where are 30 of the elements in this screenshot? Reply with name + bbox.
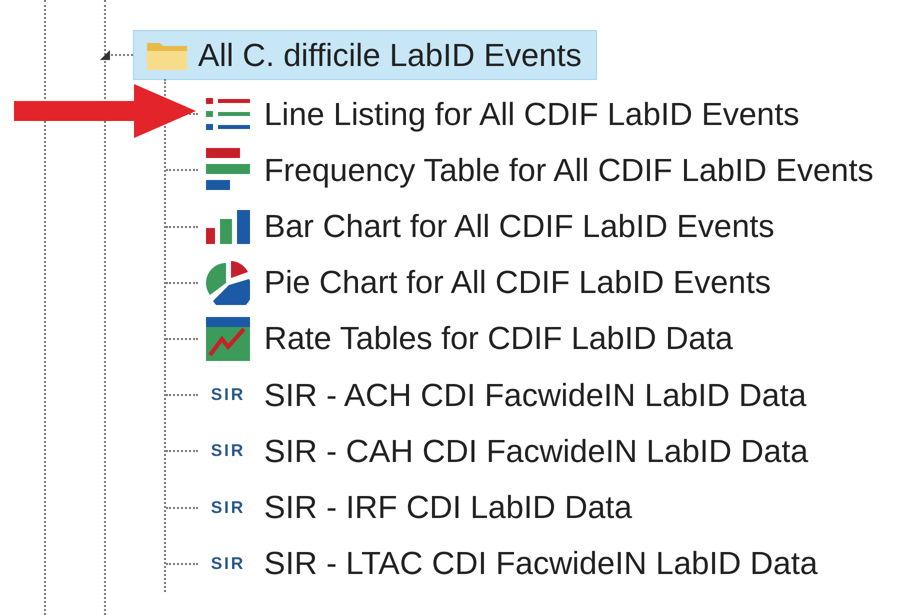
- table-trend-icon: [206, 316, 250, 361]
- tree-item-label: Pie Chart for All CDIF LabID Events: [264, 264, 771, 302]
- tree-item-label: SIR - LTAC CDI FacwideIN LabID Data: [264, 545, 818, 582]
- tree-item[interactable]: Bar Chart for All CDIF LabID Events: [198, 206, 780, 248]
- tree-item[interactable]: Frequency Table for All CDIF LabID Events: [198, 146, 880, 194]
- tree-item[interactable]: SIR SIR - IRF CDI LabID Data: [198, 487, 638, 528]
- tree-item-label: Frequency Table for All CDIF LabID Events: [264, 152, 874, 189]
- tree-item[interactable]: All C. difficile LabID Events: [133, 30, 597, 80]
- sir-label: SIR: [210, 441, 246, 462]
- tree-item-label: Rate Tables for CDIF LabID Data: [264, 320, 733, 358]
- horizontal-bars-icon: [206, 148, 250, 192]
- tree-item-label: Line Listing for All CDIF LabID Events: [264, 96, 800, 133]
- list-icon: [206, 97, 250, 132]
- sir-label: SIR: [210, 554, 246, 574]
- pie-chart-icon: [206, 260, 250, 305]
- tree-item-label: SIR - IRF CDI LabID Data: [264, 489, 632, 526]
- tree-item-label: SIR - ACH CDI FacwideIN LabID Data: [264, 376, 806, 414]
- tree-item[interactable]: Line Listing for All CDIF LabID Events: [198, 94, 806, 135]
- tree-item-label: Bar Chart for All CDIF LabID Events: [264, 208, 774, 246]
- bar-chart-icon: [206, 210, 250, 244]
- tree-item[interactable]: SIR SIR - LTAC CDI FacwideIN LabID Data: [198, 543, 824, 584]
- sir-label: SIR: [210, 498, 246, 518]
- tree-item[interactable]: SIR SIR - CAH CDI FacwideIN LabID Data: [198, 430, 814, 472]
- tree-item-label: All C. difficile LabID Events: [198, 36, 582, 74]
- tree-item[interactable]: SIR SIR - ACH CDI FacwideIN LabID Data: [198, 374, 812, 416]
- tree-item[interactable]: Pie Chart for All CDIF LabID Events: [198, 258, 777, 307]
- sir-label: SIR: [210, 385, 246, 406]
- expand-triangle-icon[interactable]: [99, 49, 111, 61]
- tree-item-label: SIR - CAH CDI FacwideIN LabID Data: [264, 432, 808, 470]
- tree-item[interactable]: Rate Tables for CDIF LabID Data: [198, 314, 739, 363]
